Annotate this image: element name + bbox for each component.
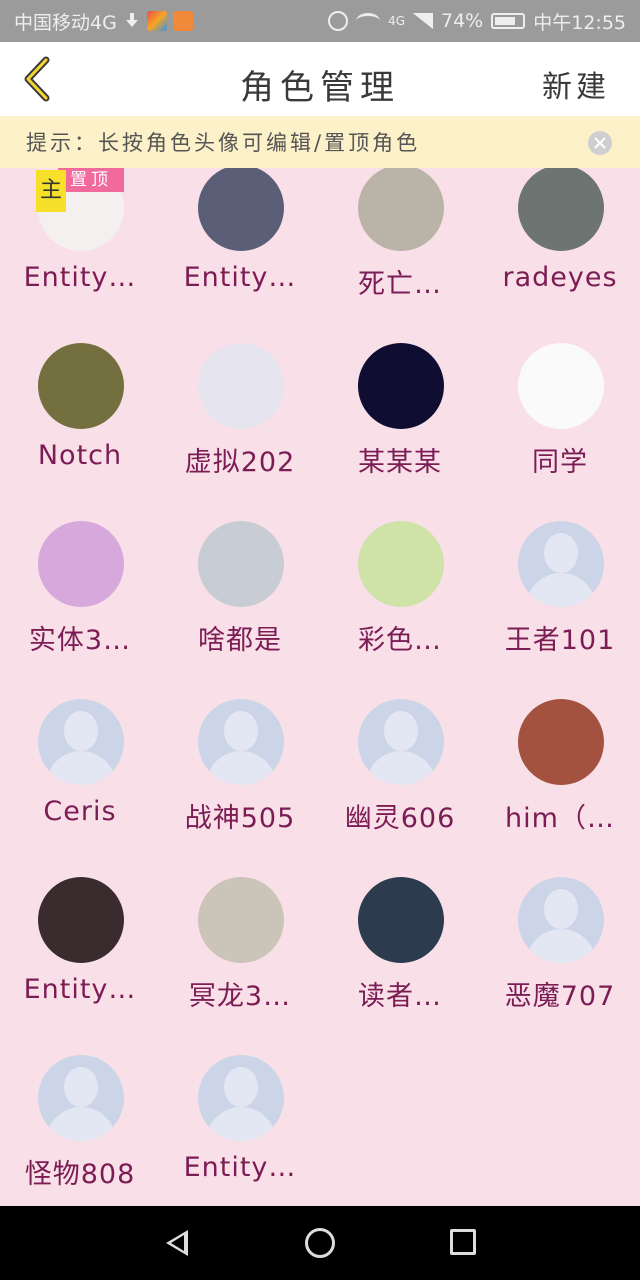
role-grid: Entity… 置顶主 Entity… 死亡… radeyes Notch 虚拟202 某某某…: [0, 168, 640, 1206]
role-item[interactable]: 战神505: [160, 658, 320, 836]
role-name: radeyes: [502, 262, 618, 293]
role-item[interactable]: 读者…: [320, 836, 480, 1014]
role-name: 冥龙3…: [188, 981, 292, 1012]
role-item[interactable]: 冥龙3…: [160, 836, 320, 1014]
default-avatar-icon[interactable]: [198, 1055, 284, 1141]
role-name: 彩色…: [358, 625, 442, 656]
video-notification-icon: [172, 11, 193, 31]
system-nav-bar: [0, 1206, 640, 1280]
avatar[interactable]: [38, 877, 124, 963]
role-item[interactable]: 王者101: [480, 480, 640, 658]
default-avatar-icon[interactable]: [38, 699, 124, 785]
role-item[interactable]: 啥都是: [160, 480, 320, 658]
carrier-label: 中国移动4G: [14, 11, 117, 34]
hd-call-icon: [328, 11, 349, 31]
triangle-back-icon[interactable]: [166, 1230, 188, 1256]
role-name: 某某某: [358, 447, 442, 478]
role-name: 实体3…: [28, 625, 132, 656]
role-name: 怪物808: [24, 1159, 136, 1190]
role-item[interactable]: Entity… 置顶主: [0, 168, 160, 302]
role-name: Ceris: [43, 796, 117, 827]
close-icon[interactable]: [588, 131, 612, 155]
avatar[interactable]: [358, 343, 444, 429]
role-name: 王者101: [504, 625, 616, 656]
role-item[interactable]: radeyes: [480, 168, 640, 302]
circle-home-icon[interactable]: [305, 1228, 335, 1258]
network-type: 4G: [388, 14, 405, 28]
avatar[interactable]: [358, 168, 444, 251]
default-avatar-icon[interactable]: [358, 699, 444, 785]
tip-banner: 提示：长按角色头像可编辑/置顶角色: [0, 116, 640, 168]
avatar[interactable]: [518, 699, 604, 785]
role-item[interactable]: 彩色…: [320, 480, 480, 658]
app-notification-icon: [146, 11, 167, 31]
role-name: Entity…: [183, 262, 297, 293]
role-name: Notch: [37, 440, 123, 471]
role-name: Entity…: [23, 974, 137, 1005]
avatar[interactable]: [518, 343, 604, 429]
role-item[interactable]: Entity…: [0, 836, 160, 1014]
new-role-button[interactable]: 新建: [542, 62, 610, 106]
signal-icon: [413, 13, 433, 29]
pinned-badge: 置顶: [58, 168, 124, 192]
role-name: 啥都是: [198, 625, 282, 656]
role-item[interactable]: 虚拟202: [160, 302, 320, 480]
role-item[interactable]: him（…: [480, 658, 640, 836]
role-name: him（…: [505, 803, 615, 834]
role-item[interactable]: Entity…: [160, 168, 320, 302]
avatar[interactable]: [198, 343, 284, 429]
avatar[interactable]: [518, 168, 604, 251]
role-name: Entity…: [23, 262, 137, 293]
battery-icon: [491, 13, 526, 29]
square-recent-icon[interactable]: [450, 1229, 476, 1255]
role-item[interactable]: Ceris: [0, 658, 160, 836]
role-item[interactable]: Notch: [0, 302, 160, 480]
role-name: 幽灵606: [344, 803, 456, 834]
role-name: 恶魔707: [504, 981, 616, 1012]
role-item[interactable]: 死亡…: [320, 168, 480, 302]
avatar[interactable]: [38, 521, 124, 607]
avatar[interactable]: [198, 877, 284, 963]
battery-percent: 74%: [441, 10, 484, 32]
default-avatar-icon[interactable]: [38, 1055, 124, 1141]
role-name: 同学: [532, 447, 588, 478]
avatar[interactable]: [198, 168, 284, 251]
role-name: 虚拟202: [184, 447, 296, 478]
role-name: 死亡…: [358, 269, 442, 300]
role-item[interactable]: 实体3…: [0, 480, 160, 658]
avatar[interactable]: [38, 343, 124, 429]
role-item[interactable]: 幽灵606: [320, 658, 480, 836]
role-name: 战神505: [184, 803, 296, 834]
default-avatar-icon[interactable]: [198, 699, 284, 785]
default-avatar-icon[interactable]: [518, 521, 604, 607]
download-icon: [123, 12, 141, 30]
role-item[interactable]: 同学: [480, 302, 640, 480]
status-bar: 中国移动4G 4G 74% 中午12:55: [0, 0, 640, 42]
tip-text: 提示：长按角色头像可编辑/置顶角色: [26, 131, 421, 155]
role-name: Entity…: [183, 1152, 297, 1183]
clock: 中午12:55: [533, 11, 626, 34]
wifi-icon: [356, 13, 381, 29]
role-item[interactable]: 某某某: [320, 302, 480, 480]
default-avatar-icon[interactable]: [518, 877, 604, 963]
role-item[interactable]: Entity…: [160, 1014, 320, 1192]
main-role-badge: 主: [36, 170, 66, 212]
role-item[interactable]: 恶魔707: [480, 836, 640, 1014]
avatar[interactable]: [198, 521, 284, 607]
role-item[interactable]: 怪物808: [0, 1014, 160, 1192]
header-bar: 角色管理 新建: [0, 42, 640, 116]
avatar[interactable]: [358, 521, 444, 607]
avatar[interactable]: [358, 877, 444, 963]
role-name: 读者…: [358, 981, 442, 1012]
